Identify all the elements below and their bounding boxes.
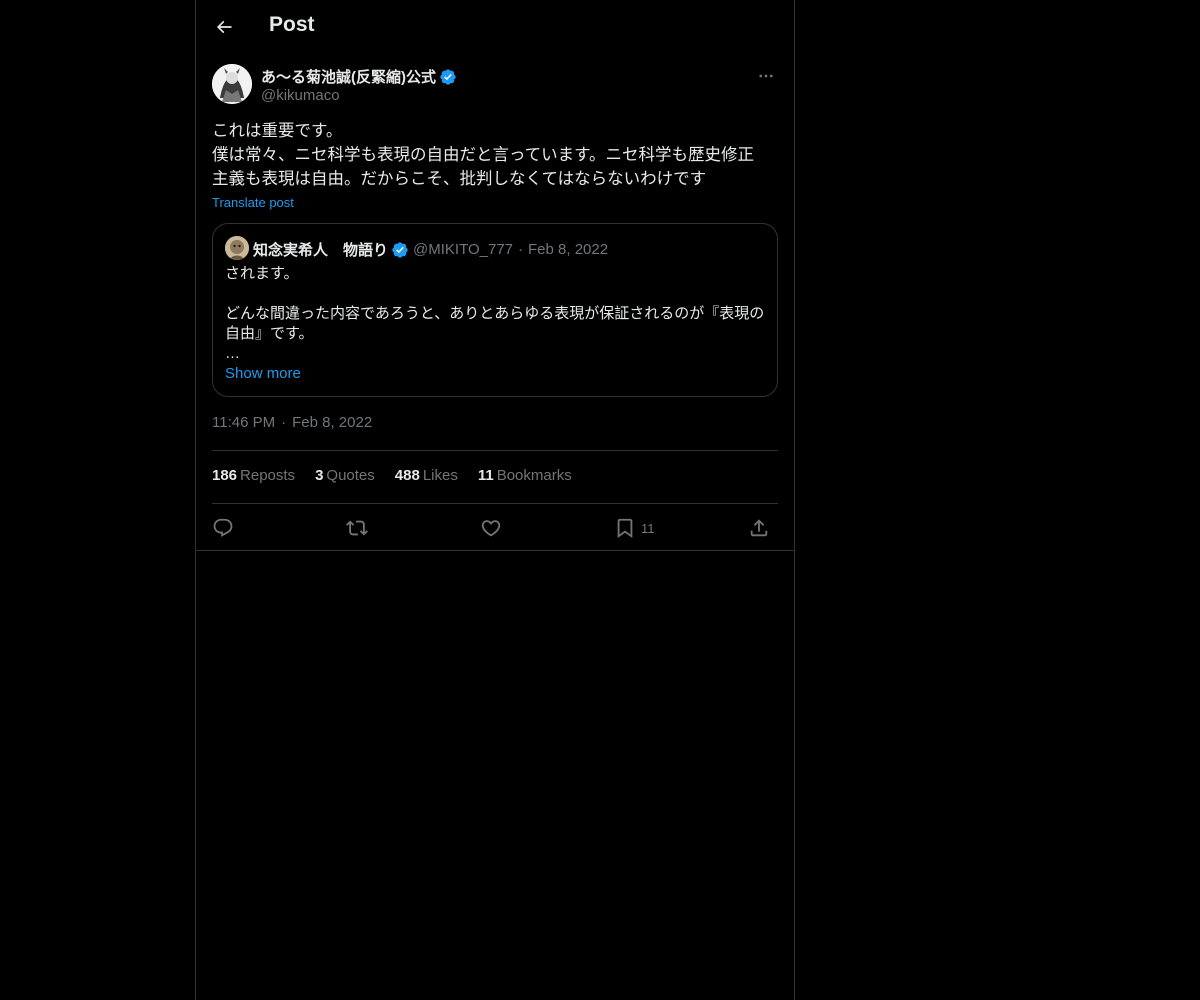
verified-badge-icon <box>439 68 457 86</box>
post-text-line: 僕は常々、ニセ科学も表現の自由だと言っています。ニセ科学も歴史修正 <box>212 146 755 164</box>
back-arrow-icon <box>216 20 232 34</box>
likes-stat[interactable]: 488 Likes <box>395 467 458 484</box>
post-stats: 186 Reposts 3 Quotes 488 Likes 11 Bookmarks <box>212 467 572 484</box>
reposts-count: 186 <box>212 467 238 484</box>
share-button[interactable] <box>748 514 770 542</box>
post-column: Post あ〜る菊池誠(反緊縮)公式 @kikumaco これは重要です。 僕は… <box>195 0 795 1000</box>
quoted-text-line: 自由』です。 <box>225 325 314 342</box>
like-button[interactable] <box>480 514 502 542</box>
likes-label: Likes <box>422 467 458 484</box>
back-button[interactable] <box>208 11 240 43</box>
reply-icon <box>213 518 233 537</box>
divider <box>212 450 778 451</box>
more-icon <box>759 74 773 78</box>
quoted-text-line: されます。 <box>225 265 299 282</box>
quoted-text-line <box>225 284 765 304</box>
quoted-text-line: … <box>225 345 240 362</box>
header: Post <box>196 0 794 53</box>
bookmark-icon <box>617 518 633 539</box>
show-more-link[interactable]: Show more <box>225 365 301 382</box>
separator-dot: · <box>518 241 524 258</box>
post-text-line: これは重要です。 <box>212 122 343 140</box>
post-text-line: 主義も表現は自由。だからこそ、批判しなくてはならないわけです <box>212 170 707 188</box>
action-bar: 11 <box>212 514 778 542</box>
divider <box>196 550 794 551</box>
reposts-label: Reposts <box>240 467 296 484</box>
share-icon <box>750 519 768 537</box>
translate-post-link[interactable]: Translate post <box>212 195 294 210</box>
quoted-author-name: 知念実希人 物語り <box>253 242 389 259</box>
quoted-text-line: どんな間違った内容であろうと、ありとあらゆる表現が保証されるのが『表現の <box>225 305 765 322</box>
quoted-post-text: されます。 どんな間違った内容であろうと、ありとあらゆる表現が保証されるのが『表… <box>225 264 765 364</box>
post-time: 11:46 PM <box>212 414 276 431</box>
author-display-name[interactable]: あ〜る菊池誠(反緊縮)公式 <box>261 66 457 87</box>
quoted-post-header: 知念実希人 物語り @MIKITO_777 · Feb 8, 2022 <box>253 239 608 260</box>
quoted-post[interactable]: 知念実希人 物語り @MIKITO_777 · Feb 8, 2022 されます… <box>212 223 778 397</box>
quotes-stat[interactable]: 3 Quotes <box>315 467 375 484</box>
bookmark-count: 11 <box>641 520 655 536</box>
likes-count: 488 <box>394 467 420 484</box>
repost-button[interactable] <box>346 514 368 542</box>
reposts-stat[interactable]: 186 Reposts <box>212 467 295 484</box>
repost-icon <box>346 520 368 536</box>
verified-badge-icon <box>391 241 409 259</box>
quoted-post-date: Feb 8, 2022 <box>528 241 609 258</box>
like-icon <box>481 520 501 537</box>
bookmark-button[interactable]: 11 <box>614 514 655 542</box>
author-name-text: あ〜る菊池誠(反緊縮)公式 <box>261 69 436 86</box>
post-text: これは重要です。 僕は常々、ニセ科学も表現の自由だと言っています。ニセ科学も歴史… <box>212 119 778 191</box>
bookmarks-count: 11 <box>477 467 494 484</box>
quotes-count: 3 <box>315 467 324 484</box>
separator-dot: · <box>281 414 287 431</box>
post-timestamp[interactable]: 11:46 PM · Feb 8, 2022 <box>212 414 372 431</box>
reply-button[interactable] <box>212 514 234 542</box>
author-handle[interactable]: @kikumaco <box>261 87 340 104</box>
quotes-label: Quotes <box>326 467 375 484</box>
author-row: あ〜る菊池誠(反緊縮)公式 @kikumaco <box>212 64 778 106</box>
bookmarks-label: Bookmarks <box>496 467 572 484</box>
post-date: Feb 8, 2022 <box>292 414 373 431</box>
divider <box>212 503 778 504</box>
page-title: Post <box>269 13 315 36</box>
bookmarks-stat[interactable]: 11 Bookmarks <box>478 467 572 484</box>
author-avatar[interactable] <box>212 64 252 104</box>
quoted-author-avatar <box>225 236 249 260</box>
quoted-author-handle: @MIKITO_777 <box>413 241 514 258</box>
more-button[interactable] <box>754 64 778 88</box>
